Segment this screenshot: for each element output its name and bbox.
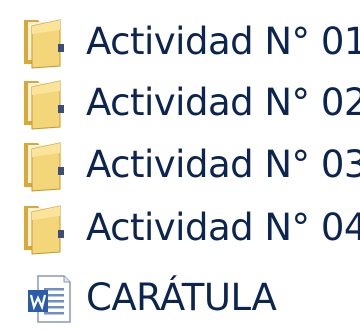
folder-icon [14, 200, 76, 256]
folder-icon [14, 75, 76, 131]
folder-label: Actividad N° 03 [86, 143, 360, 186]
folder-label: Actividad N° 01 [86, 20, 360, 63]
folder-icon [14, 137, 76, 193]
folder-label: Actividad N° 04 [86, 206, 360, 249]
folder-label: Actividad N° 02 [86, 81, 360, 124]
folder-item-actividad-03[interactable]: Actividad N° 03 [0, 137, 360, 193]
document-label: CARÁTULA [86, 276, 277, 319]
file-list: Actividad N° 01 Actividad N° 02 Activida [0, 0, 360, 334]
folder-icon [14, 14, 76, 70]
folder-item-actividad-01[interactable]: Actividad N° 01 [0, 14, 360, 70]
folder-item-actividad-02[interactable]: Actividad N° 02 [0, 75, 360, 131]
word-document-icon [14, 270, 76, 326]
folder-item-actividad-04[interactable]: Actividad N° 04 [0, 200, 360, 256]
document-item-caratula[interactable]: CARÁTULA [0, 270, 360, 326]
